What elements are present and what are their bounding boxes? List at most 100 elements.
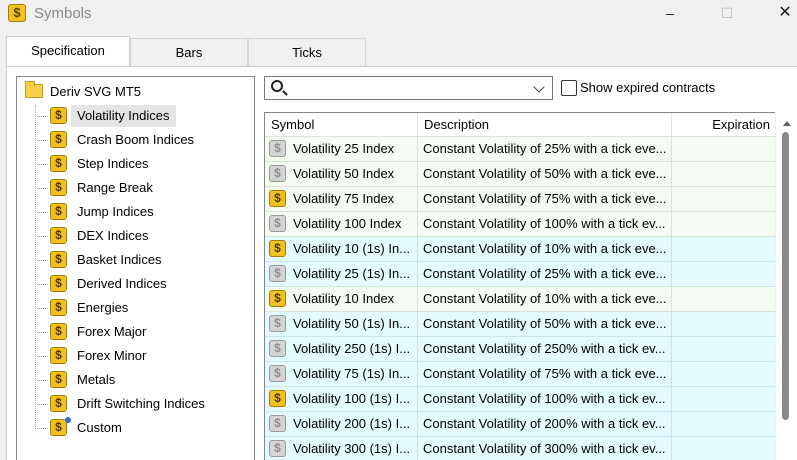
dollar-symbol-icon: $ [269, 390, 286, 407]
maximize-button[interactable]: ☐ [712, 2, 742, 24]
chevron-down-icon[interactable] [533, 81, 545, 93]
description-cell: Constant Volatility of 100% with a tick … [418, 212, 672, 236]
description-cell: Constant Volatility of 25% with a tick e… [418, 137, 672, 161]
dollar-symbol-icon: $ [269, 415, 286, 432]
description-cell: Constant Volatility of 50% with a tick e… [418, 162, 672, 186]
show-expired-checkbox[interactable] [561, 80, 577, 96]
description-cell: Constant Volatility of 75% with a tick e… [418, 187, 672, 211]
table-header: Symbol Description Expiration [265, 113, 797, 137]
search-input[interactable] [289, 79, 519, 97]
tree-branch-line [35, 140, 48, 141]
table-row[interactable]: $ Volatility 10 (1s) In... Constant Volati… [265, 237, 776, 262]
dollar-symbol-icon: $ [50, 275, 67, 292]
table-row[interactable]: $ Volatility 25 (1s) In... Constant Volati… [265, 262, 776, 287]
description-cell: Constant Volatility of 300% with a tick … [418, 437, 672, 460]
tree-item-label: Metals [77, 372, 116, 387]
tree-item[interactable]: $ Custom [35, 417, 250, 439]
tree-item[interactable]: $ Energies [35, 297, 250, 319]
table-row[interactable]: $ Volatility 10 Index Constant Volatility … [265, 287, 776, 312]
folder-icon [25, 81, 43, 98]
symbol-name: Volatility 75 Index [293, 191, 395, 206]
column-header-expiration[interactable]: Expiration [672, 113, 776, 137]
symbol-name: Volatility 200 (1s) I... [293, 416, 411, 431]
symbol-cell: $ Volatility 25 (1s) In... [265, 262, 418, 286]
symbol-cell: $ Volatility 50 (1s) In... [265, 312, 418, 336]
table-row[interactable]: $ Volatility 250 (1s) I... Constant Volati… [265, 337, 776, 362]
dollar-symbol-icon: $ [50, 227, 67, 244]
table-row[interactable]: $ Volatility 75 (1s) In... Constant Volati… [265, 362, 776, 387]
tree-item[interactable]: $ DEX Indices [35, 225, 250, 247]
dollar-symbol-icon: $ [50, 395, 67, 412]
expiration-cell [672, 362, 776, 386]
expiration-cell [672, 212, 776, 236]
table-row[interactable]: $ Volatility 50 Index Constant Volatility … [265, 162, 776, 187]
dollar-symbol-icon: $ [269, 215, 286, 232]
symbol-cell: $ Volatility 75 Index [265, 187, 418, 211]
tree-item[interactable]: $ Jump Indices [35, 201, 250, 223]
expiration-cell [672, 437, 776, 460]
expiration-cell [672, 237, 776, 261]
expiration-cell [672, 387, 776, 411]
symbol-cell: $ Volatility 100 (1s) I... [265, 387, 418, 411]
dollar-symbol-icon: $ [8, 4, 26, 22]
dollar-symbol-icon: $ [50, 371, 67, 388]
symbols-table: Symbol Description Expiration $ Volatilit… [264, 112, 797, 460]
tree-item[interactable]: $ Forex Major [35, 321, 250, 343]
tab-bars[interactable]: Bars [130, 38, 248, 66]
tree-item[interactable]: $ Forex Minor [35, 345, 250, 367]
symbol-name: Volatility 250 (1s) I... [293, 341, 411, 356]
symbol-group-tree[interactable]: Deriv SVG MT5 $ Volatility Indices $ Crash … [16, 76, 255, 460]
expiration-cell [672, 187, 776, 211]
tree-item-label: DEX Indices [77, 228, 149, 243]
tree-item[interactable]: $ Metals [35, 369, 250, 391]
dollar-symbol-icon: $ [269, 365, 286, 382]
table-row[interactable]: $ Volatility 75 Index Constant Volatility … [265, 187, 776, 212]
dollar-symbol-icon: $ [50, 107, 67, 124]
tree-item-label: Range Break [77, 180, 153, 195]
table-row[interactable]: $ Volatility 100 Index Constant Volatility… [265, 212, 776, 237]
table-row[interactable]: $ Volatility 200 (1s) I... Constant Volati… [265, 412, 776, 437]
tree-item[interactable]: $ Step Indices [35, 153, 250, 175]
description-cell: Constant Volatility of 25% with a tick e… [418, 262, 672, 286]
tree-item[interactable]: $ Drift Switching Indices [35, 393, 250, 415]
tree-item[interactable]: $ Basket Indices [35, 249, 250, 271]
dollar-symbol-icon: $ [269, 440, 286, 457]
tree-branch-line [35, 116, 48, 117]
tree-item[interactable]: $ Range Break [35, 177, 250, 199]
tree-branch-line [35, 236, 48, 237]
dollar-symbol-icon: $ [50, 203, 67, 220]
dollar-symbol-icon: $ [50, 131, 67, 148]
tree-branch-line [35, 356, 48, 357]
symbol-cell: $ Volatility 250 (1s) I... [265, 337, 418, 361]
dollar-symbol-icon: $ [269, 265, 286, 282]
column-header-description[interactable]: Description [418, 113, 672, 137]
expiration-cell [672, 412, 776, 436]
scroll-up-arrow-icon[interactable] [783, 121, 791, 126]
tree-item[interactable]: $ Crash Boom Indices [35, 129, 250, 151]
table-row[interactable]: $ Volatility 50 (1s) In... Constant Volati… [265, 312, 776, 337]
description-cell: Constant Volatility of 10% with a tick e… [418, 287, 672, 311]
symbol-name: Volatility 25 (1s) In... [293, 266, 411, 281]
symbol-cell: $ Volatility 300 (1s) I... [265, 437, 418, 460]
table-row[interactable]: $ Volatility 25 Index Constant Volatility … [265, 137, 776, 162]
table-row[interactable]: $ Volatility 300 (1s) I... Constant Volati… [265, 437, 776, 460]
table-row[interactable]: $ Volatility 100 (1s) I... Constant Volati… [265, 387, 776, 412]
tree-item[interactable]: $ Derived Indices [35, 273, 250, 295]
minimize-button[interactable]: – [655, 2, 685, 24]
dollar-symbol-icon: $ [50, 323, 67, 340]
tree-item-label: Basket Indices [77, 252, 162, 267]
table-scrollbar[interactable] [775, 112, 797, 460]
scrollbar-thumb[interactable] [782, 132, 789, 420]
symbol-cell: $ Volatility 75 (1s) In... [265, 362, 418, 386]
close-button[interactable]: ✕ [770, 2, 797, 24]
tree-item-label: Forex Minor [77, 348, 147, 363]
tab-specification[interactable]: Specification [6, 36, 130, 66]
dollar-symbol-icon: $ [269, 315, 286, 332]
tree-item[interactable]: $ Volatility Indices [35, 105, 250, 127]
tab-ticks[interactable]: Ticks [248, 38, 366, 66]
tree-item-label: Drift Switching Indices [77, 396, 205, 411]
symbol-search-box[interactable] [264, 76, 553, 100]
title-bar: $ Symbols – ☐ ✕ [0, 0, 797, 28]
dollar-symbol-icon: $ [269, 240, 286, 257]
column-header-symbol[interactable]: Symbol [265, 113, 418, 137]
